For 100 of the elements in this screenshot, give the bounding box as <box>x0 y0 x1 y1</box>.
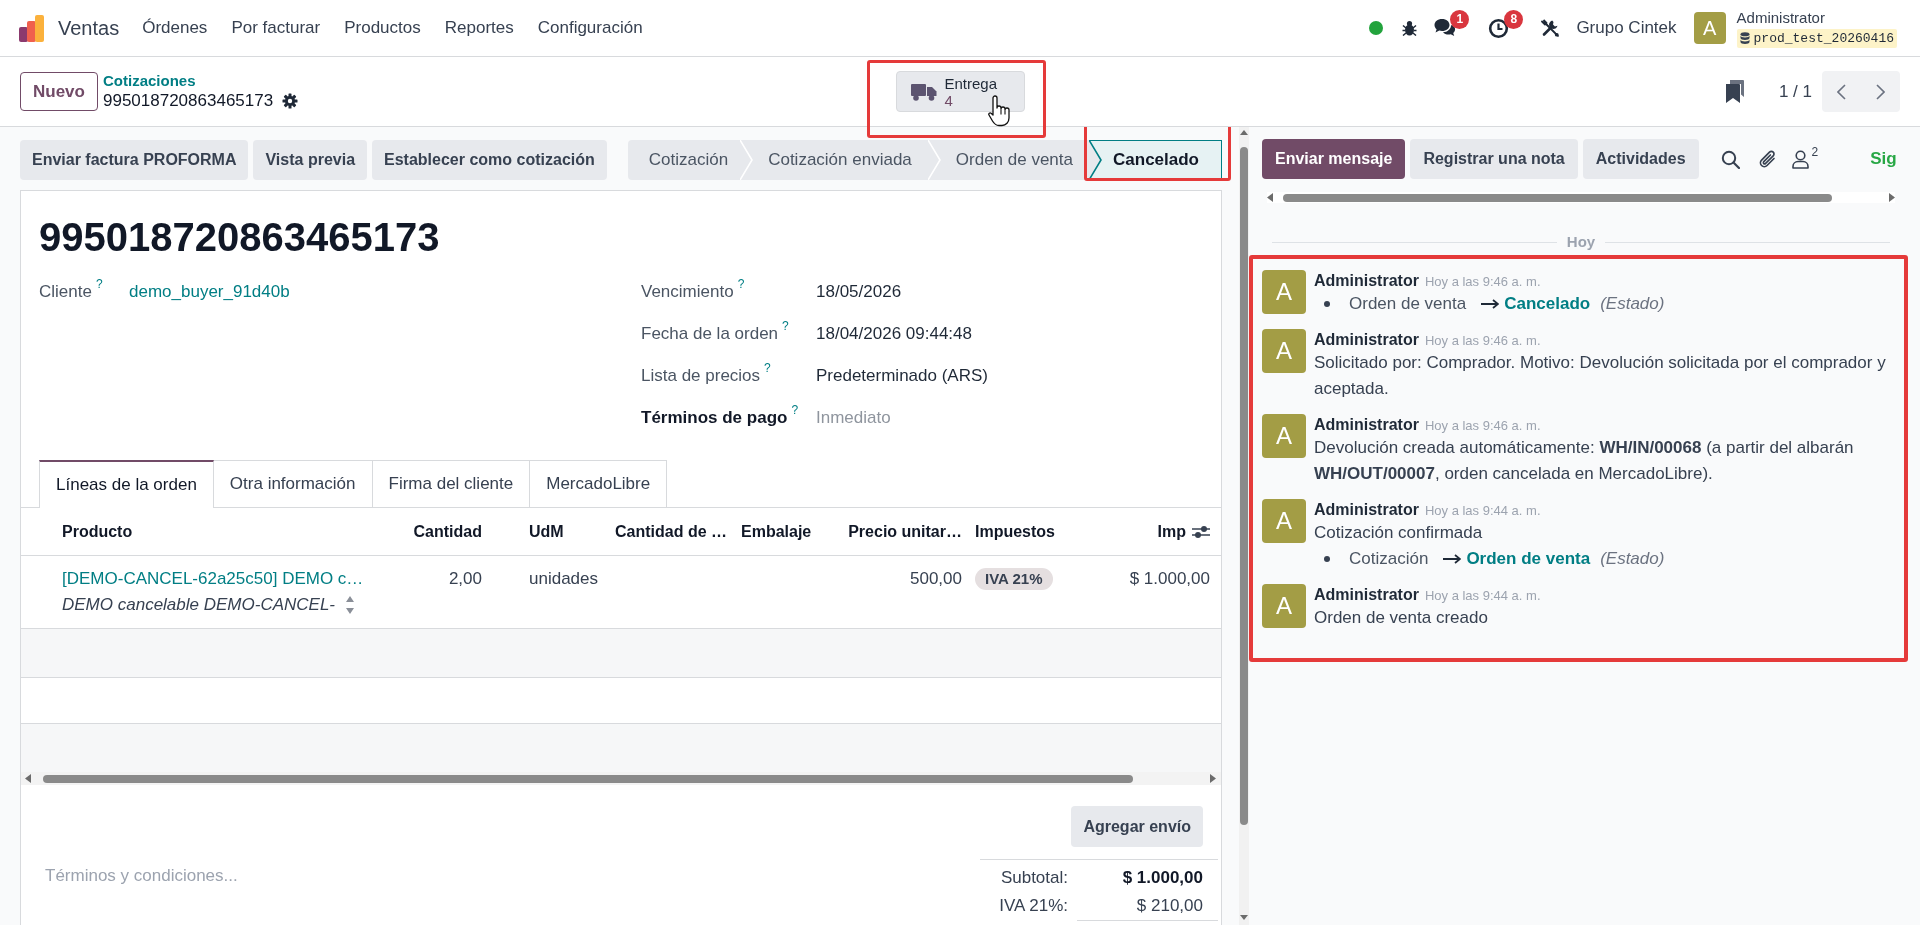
search-icon[interactable] <box>1720 149 1740 169</box>
message-time: Hoy a las 9:46 a. m. <box>1424 273 1541 291</box>
tracking-field-name: (Estado) <box>1600 548 1665 571</box>
author-name[interactable]: Administrator <box>1314 329 1419 350</box>
pager-value[interactable]: 1 / 1 <box>1778 78 1812 105</box>
field-label: Cliente <box>39 281 92 303</box>
menu-item[interactable]: Configuración <box>525 8 655 48</box>
tracking-old-value: Orden de venta <box>1349 293 1467 316</box>
gear-icon[interactable] <box>282 93 299 109</box>
menu-item[interactable]: Órdenes <box>130 8 220 48</box>
help-tooltip-mark[interactable]: ? <box>737 277 745 291</box>
product-link[interactable]: [DEMO-CANCEL-62a25c50] DEMO c… <box>62 566 364 592</box>
scroll-right-arrow-icon[interactable] <box>1889 193 1895 202</box>
stage-chevron-divider-icon <box>740 140 755 180</box>
long-arrow-right-icon <box>1443 554 1462 564</box>
field-label: Lista de precios <box>641 365 761 387</box>
help-tooltip-mark[interactable]: ? <box>764 361 771 375</box>
paperclip-icon[interactable] <box>1757 149 1777 169</box>
message-time: Hoy a las 9:44 a. m. <box>1424 587 1541 605</box>
menu-item[interactable]: Por facturar <box>219 8 333 48</box>
menu-item[interactable]: Productos <box>332 8 433 48</box>
column-header[interactable]: Impuestos <box>975 522 1055 540</box>
tracking-new-value: Orden de venta <box>1466 548 1591 571</box>
notebook-tab[interactable]: Firma del cliente <box>372 460 531 507</box>
notebook-tab[interactable]: MercadoLibre <box>530 460 668 507</box>
field-label: Términos de pago <box>641 407 788 429</box>
message-time: Hoy a las 9:44 a. m. <box>1424 502 1541 520</box>
company-switcher[interactable]: Grupo Cintek <box>1576 15 1677 41</box>
scroll-left-arrow-icon[interactable] <box>1267 193 1273 202</box>
help-tooltip-mark[interactable]: ? <box>791 403 799 417</box>
scroll-left-arrow-icon[interactable] <box>25 774 31 783</box>
record-name: 995018720863465173 <box>102 90 274 112</box>
field-value: 18/05/2026 <box>816 281 902 303</box>
notification-count-badge: 8 <box>1504 10 1524 29</box>
help-tooltip-mark[interactable]: ? <box>782 319 789 333</box>
column-header[interactable]: Precio unitar… <box>848 522 962 540</box>
chevron-left-icon <box>1837 83 1846 100</box>
column-settings-icon[interactable] <box>1192 524 1210 539</box>
new-button[interactable]: Nuevo <box>20 72 98 111</box>
scroll-right-arrow-icon[interactable] <box>1210 774 1216 783</box>
tools-icon[interactable] <box>1541 19 1560 37</box>
input-field[interactable]: Inmediato <box>816 404 1116 432</box>
scrollbar-thumb[interactable] <box>1283 193 1832 202</box>
add-shipping-button[interactable]: Agregar envío <box>1071 806 1203 847</box>
chevron-right-icon <box>1876 83 1885 100</box>
total-label: IVA 21%: <box>999 896 1068 915</box>
column-header[interactable]: Embalaje <box>741 522 812 540</box>
message-text: Cotización confirmada <box>1314 522 1484 544</box>
terms-textarea[interactable]: Términos y condiciones... <box>39 859 459 899</box>
stage-chevron-divider-icon <box>927 140 942 180</box>
message-text: Devolución creada automáticamente: WH/IN/00068 (a partir del albarán WH/OUT/00007, orden cancelada en MercadoLibre). <box>1314 437 1855 485</box>
tracking-old-value: Cotización <box>1349 548 1429 571</box>
column-header[interactable]: Producto <box>62 522 133 540</box>
author-name[interactable]: Administrator <box>1314 584 1419 605</box>
action-button[interactable]: Enviar factura PROFORMA <box>20 140 249 180</box>
column-header[interactable]: Imp <box>1157 519 1186 544</box>
scrollbar-thumb[interactable] <box>1240 147 1248 825</box>
user-name[interactable]: Administrator <box>1736 8 1825 27</box>
field-value-link[interactable]: demo_buyer_91d40b <box>129 281 290 303</box>
field-label: Fecha de la orden <box>641 323 779 345</box>
total-label: Subtotal: <box>1000 868 1068 887</box>
quantity-cell: 2,00 <box>448 569 482 588</box>
uom-cell: unidades <box>529 569 598 588</box>
scroll-down-arrow-icon[interactable] <box>1240 915 1248 920</box>
action-button[interactable]: Vista previa <box>253 140 368 180</box>
scroll-up-arrow-icon[interactable] <box>1240 130 1248 135</box>
menu-item[interactable]: Reportes <box>432 8 526 48</box>
column-header[interactable]: UdM <box>529 522 564 540</box>
scrollbar-thumb[interactable] <box>43 774 1133 783</box>
bullet-icon <box>1324 301 1330 307</box>
resize-arrows-icon[interactable] <box>345 595 355 615</box>
bookmarks-icon[interactable] <box>1724 80 1744 103</box>
bug-icon[interactable] <box>1402 20 1418 36</box>
status-dot-icon <box>1369 21 1384 35</box>
column-header[interactable]: Cantidad de … <box>615 522 727 540</box>
total-value: $ 210,00 <box>1136 896 1203 915</box>
user-icon[interactable] <box>1791 149 1809 169</box>
breadcrumb-link[interactable]: Cotizaciones <box>102 71 196 90</box>
tax-tag: IVA 21% <box>975 568 1053 590</box>
chatter-button[interactable]: Registrar una nota <box>1410 139 1578 179</box>
notebook-tab[interactable]: Otra información <box>213 460 373 507</box>
field-value: Predeterminado (ARS) <box>816 365 988 387</box>
author-name[interactable]: Administrator <box>1314 414 1419 435</box>
smart-button[interactable]: Entrega 4 <box>895 71 1025 112</box>
chatter-button[interactable]: Enviar mensaje <box>1262 139 1406 179</box>
clock-icon[interactable] <box>1488 17 1510 39</box>
tracking-new-value: Cancelado <box>1504 293 1591 316</box>
action-button[interactable]: Establecer como cotización <box>372 140 607 180</box>
notebook-tab[interactable]: Líneas de la orden <box>39 460 214 508</box>
chatter-button[interactable]: Actividades <box>1582 139 1699 179</box>
amount-cell: $ 1.000,00 <box>1129 569 1210 588</box>
product-description: DEMO cancelable DEMO-CANCEL- <box>62 594 335 616</box>
chat-bubbles-icon[interactable] <box>1434 18 1457 38</box>
author-name[interactable]: Administrator <box>1314 499 1419 520</box>
column-header[interactable]: Cantidad <box>413 522 482 540</box>
help-tooltip-mark[interactable]: ? <box>95 277 103 291</box>
author-name[interactable]: Administrator <box>1314 270 1419 291</box>
app-logo-icon[interactable] <box>18 13 46 43</box>
record-title: 995018720863465173 <box>39 214 440 261</box>
app-name[interactable]: Ventas <box>58 16 120 40</box>
